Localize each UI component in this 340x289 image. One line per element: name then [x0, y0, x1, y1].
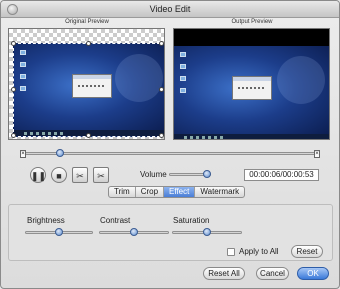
brightness-label: Brightness [27, 216, 65, 225]
desktop-icon [180, 88, 186, 93]
desktop-icon [20, 86, 26, 91]
video-edit-window: Video Edit Original Preview Output Previ… [0, 0, 340, 289]
output-video-frame [174, 46, 329, 139]
brightness-knob[interactable] [55, 228, 63, 236]
crop-handle[interactable] [86, 41, 91, 46]
reset-all-button[interactable]: Reset All [203, 267, 245, 280]
crop-handle[interactable] [11, 41, 16, 46]
crop-handle[interactable] [159, 87, 164, 92]
crop-handle[interactable] [11, 133, 16, 138]
trim-end-icon: ✂ [97, 171, 105, 181]
desktop-icon [20, 74, 26, 79]
tab-effect[interactable]: Effect [164, 187, 196, 197]
crop-handle[interactable] [86, 133, 91, 138]
reset-button[interactable]: Reset [291, 245, 323, 258]
trim-start-icon: ✂ [76, 171, 84, 181]
timeline-playhead[interactable] [56, 149, 65, 157]
contrast-label: Contrast [100, 216, 131, 225]
wallpaper-logo [115, 54, 163, 102]
saturation-label: Saturation [173, 216, 210, 225]
play-pause-button[interactable]: ❚❚ [30, 167, 46, 183]
crop-handle[interactable] [11, 87, 16, 92]
apply-to-all-checkbox[interactable] [227, 248, 235, 256]
original-video-frame [13, 43, 164, 137]
desktop-icon [20, 62, 26, 67]
tab-watermark[interactable]: Watermark [195, 187, 244, 197]
volume-knob[interactable] [202, 170, 211, 178]
volume-label: Volume [140, 170, 167, 179]
output-preview-label: Output Preview [231, 19, 273, 25]
desktop-icon [180, 52, 186, 57]
mark-out-button[interactable]: ✂ [93, 167, 109, 183]
title-bar: Video Edit [1, 1, 339, 18]
mark-in-button[interactable]: ✂ [72, 167, 88, 183]
trim-end-marker[interactable]: × [314, 150, 320, 158]
stop-button[interactable]: ■ [51, 167, 67, 183]
original-preview[interactable] [8, 28, 165, 140]
tab-crop[interactable]: Crop [136, 187, 165, 197]
trim-start-marker[interactable]: × [20, 150, 26, 158]
cancel-button[interactable]: Cancel [256, 267, 289, 280]
video-dialog-window [232, 76, 272, 100]
desktop-icon [180, 76, 186, 81]
crop-handle[interactable] [159, 41, 164, 46]
video-taskbar [174, 134, 329, 139]
timeline-track[interactable] [25, 152, 319, 155]
wallpaper-logo [277, 56, 325, 104]
window-title: Video Edit [149, 4, 191, 14]
desktop-icon [20, 50, 26, 55]
contrast-knob[interactable] [130, 228, 138, 236]
stop-icon: ■ [56, 171, 62, 181]
apply-to-all-label: Apply to All [239, 247, 279, 256]
crop-handle[interactable] [159, 133, 164, 138]
video-dialog-window [72, 74, 112, 98]
ok-button[interactable]: OK [297, 267, 329, 280]
effect-panel: Brightness Contrast Saturation Apply to … [8, 204, 333, 261]
desktop-icon [180, 64, 186, 69]
edit-tabs: Trim Crop Effect Watermark [108, 186, 246, 198]
pause-icon: ❚❚ [31, 171, 47, 181]
saturation-knob[interactable] [203, 228, 211, 236]
tab-trim[interactable]: Trim [109, 187, 136, 197]
original-preview-label: Original Preview [65, 19, 109, 25]
output-preview [173, 28, 330, 140]
timecode-display: 00:00:06/00:00:53 [244, 169, 319, 181]
